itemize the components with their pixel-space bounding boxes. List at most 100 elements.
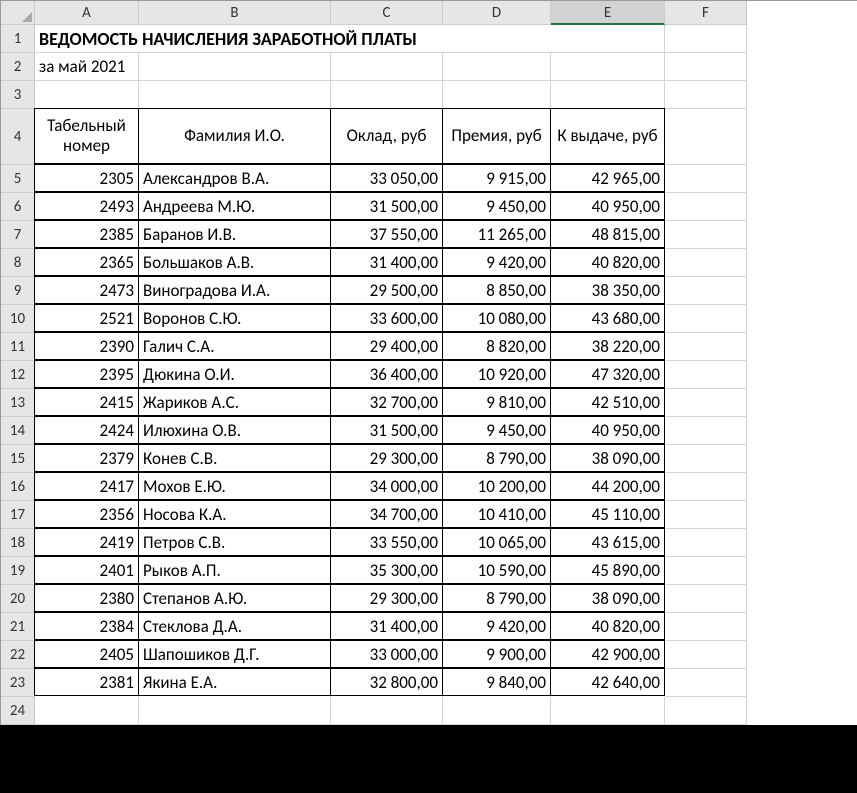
cell-tab-21[interactable]: 2384 [34,612,139,640]
header-bonus[interactable]: Премия, руб [442,108,551,164]
cell-F21[interactable] [665,613,747,641]
cell-F20[interactable] [665,585,747,613]
cell-bonus-8[interactable]: 9 420,00 [442,248,551,276]
cell-total-11[interactable]: 38 220,00 [550,332,665,360]
cell-tab-19[interactable]: 2401 [34,556,139,584]
cell-tab-6[interactable]: 2493 [34,192,139,220]
row-header-12[interactable]: 12 [1,361,35,389]
cell-bonus-17[interactable]: 10 410,00 [442,500,551,528]
cell-name-8[interactable]: Большаков А.В. [138,248,331,276]
cell-name-15[interactable]: Конев С.В. [138,444,331,472]
cell-blank24-2[interactable] [331,697,443,725]
cell-name-20[interactable]: Степанов А.Ю. [138,584,331,612]
row-header-11[interactable]: 11 [1,333,35,361]
cell-salary-19[interactable]: 35 300,00 [330,556,443,584]
cell-salary-13[interactable]: 32 700,00 [330,388,443,416]
column-header-A[interactable]: A [35,1,139,25]
row-header-23[interactable]: 23 [1,669,35,697]
header-total[interactable]: К выдаче, руб [550,108,665,164]
cell-F7[interactable] [665,221,747,249]
select-all-corner[interactable] [1,1,35,25]
cell-F23[interactable] [665,669,747,697]
cell-blank24-4[interactable] [551,697,665,725]
cell-blank3-0[interactable] [35,81,139,109]
cell-salary-9[interactable]: 29 500,00 [330,276,443,304]
row-header-19[interactable]: 19 [1,557,35,585]
header-tab[interactable]: Табельный номер [34,108,139,164]
cell-bonus-16[interactable]: 10 200,00 [442,472,551,500]
cell-salary-20[interactable]: 29 300,00 [330,584,443,612]
header-name[interactable]: Фамилия И.О. [138,108,331,164]
cell-total-14[interactable]: 40 950,00 [550,416,665,444]
cell-name-22[interactable]: Шапошиков Д.Г. [138,640,331,668]
cell-F19[interactable] [665,557,747,585]
cell-total-16[interactable]: 44 200,00 [550,472,665,500]
cell-F1[interactable] [665,25,747,53]
cell-salary-12[interactable]: 36 400,00 [330,360,443,388]
row-header-13[interactable]: 13 [1,389,35,417]
row-header-4[interactable]: 4 [1,109,35,165]
row-header-10[interactable]: 10 [1,305,35,333]
cell-tab-10[interactable]: 2521 [34,304,139,332]
cell-F4[interactable] [665,109,747,165]
cell-tab-11[interactable]: 2390 [34,332,139,360]
cell-F5[interactable] [665,165,747,193]
cell-name-18[interactable]: Петров С.В. [138,528,331,556]
cell-name-16[interactable]: Мохов Е.Ю. [138,472,331,500]
cell-blank24-3[interactable] [443,697,551,725]
cell-F10[interactable] [665,305,747,333]
cell-blank3-1[interactable] [139,81,331,109]
cell-F12[interactable] [665,361,747,389]
cell-F13[interactable] [665,389,747,417]
cell-F6[interactable] [665,193,747,221]
cell-salary-5[interactable]: 33 050,00 [330,164,443,192]
cell-bonus-10[interactable]: 10 080,00 [442,304,551,332]
column-header-C[interactable]: C [331,1,443,25]
cell-B2[interactable] [139,53,331,81]
cell-tab-7[interactable]: 2385 [34,220,139,248]
cell-total-18[interactable]: 43 615,00 [550,528,665,556]
cell-bonus-13[interactable]: 9 810,00 [442,388,551,416]
cell-salary-21[interactable]: 31 400,00 [330,612,443,640]
cell-F14[interactable] [665,417,747,445]
cell-total-22[interactable]: 42 900,00 [550,640,665,668]
cell-salary-17[interactable]: 34 700,00 [330,500,443,528]
cell-total-13[interactable]: 42 510,00 [550,388,665,416]
cell-bonus-12[interactable]: 10 920,00 [442,360,551,388]
cell-bonus-22[interactable]: 9 900,00 [442,640,551,668]
cell-name-23[interactable]: Якина Е.А. [138,668,331,696]
cell-F16[interactable] [665,473,747,501]
cell-name-11[interactable]: Галич С.А. [138,332,331,360]
row-header-6[interactable]: 6 [1,193,35,221]
cell-salary-16[interactable]: 34 000,00 [330,472,443,500]
cell-blank3-4[interactable] [551,81,665,109]
cell-C2[interactable] [331,53,443,81]
cell-salary-22[interactable]: 33 000,00 [330,640,443,668]
row-header-24[interactable]: 24 [1,697,35,725]
row-header-18[interactable]: 18 [1,529,35,557]
row-header-22[interactable]: 22 [1,641,35,669]
cell-salary-18[interactable]: 33 550,00 [330,528,443,556]
cell-bonus-19[interactable]: 10 590,00 [442,556,551,584]
cell-bonus-7[interactable]: 11 265,00 [442,220,551,248]
title-cell[interactable]: ВЕДОМОСТЬ НАЧИСЛЕНИЯ ЗАРАБОТНОЙ ПЛАТЫ [35,25,665,53]
cell-bonus-15[interactable]: 8 790,00 [442,444,551,472]
cell-salary-23[interactable]: 32 800,00 [330,668,443,696]
cell-name-9[interactable]: Виноградова И.А. [138,276,331,304]
cell-F22[interactable] [665,641,747,669]
cell-bonus-9[interactable]: 8 850,00 [442,276,551,304]
cell-F18[interactable] [665,529,747,557]
row-header-2[interactable]: 2 [1,53,35,81]
column-header-E[interactable]: E [551,1,665,25]
cell-name-10[interactable]: Воронов С.Ю. [138,304,331,332]
row-header-21[interactable]: 21 [1,613,35,641]
row-header-1[interactable]: 1 [1,25,35,53]
cell-bonus-20[interactable]: 8 790,00 [442,584,551,612]
cell-salary-14[interactable]: 31 500,00 [330,416,443,444]
row-header-9[interactable]: 9 [1,277,35,305]
row-header-3[interactable]: 3 [1,81,35,109]
cell-bonus-21[interactable]: 9 420,00 [442,612,551,640]
row-header-17[interactable]: 17 [1,501,35,529]
cell-tab-15[interactable]: 2379 [34,444,139,472]
cell-total-8[interactable]: 40 820,00 [550,248,665,276]
